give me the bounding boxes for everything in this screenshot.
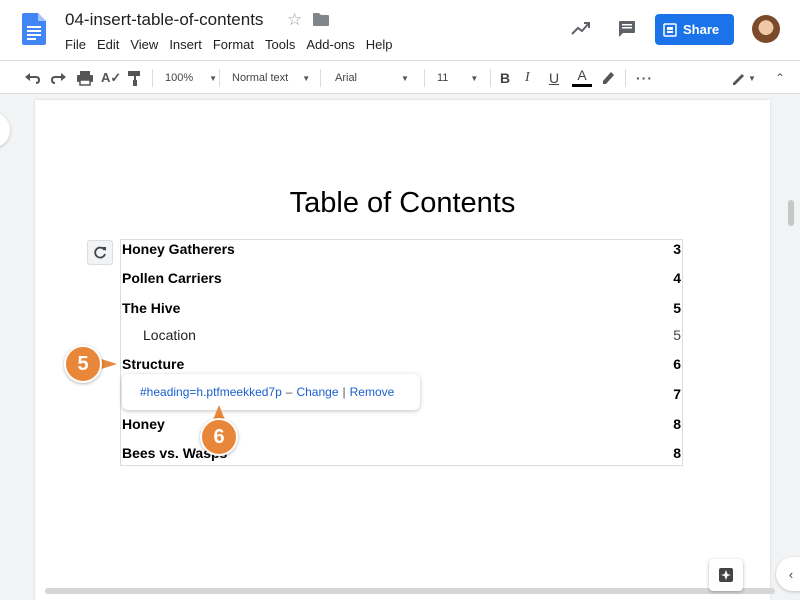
zoom-select[interactable]: 100% ▼ xyxy=(165,68,217,88)
toc-entry-page: 6 xyxy=(673,356,681,372)
undo-icon[interactable] xyxy=(24,68,42,88)
font-size-value: 11 xyxy=(437,72,449,84)
callout-step-6: 6 xyxy=(200,418,238,456)
remove-link-button[interactable]: Remove xyxy=(350,385,395,399)
print-icon[interactable] xyxy=(76,68,94,88)
collapse-toolbar-icon[interactable]: ⌃ xyxy=(775,68,785,88)
toc-entry-label[interactable]: The Hive xyxy=(122,300,180,316)
refresh-icon xyxy=(94,246,106,258)
link-popup: #heading=h.ptfmeekked7p – Change | Remov… xyxy=(122,374,420,410)
chevron-down-icon: ▼ xyxy=(209,73,218,83)
menu-file[interactable]: File xyxy=(65,37,97,52)
toc-entry[interactable]: Pollen Carriers 4 xyxy=(121,270,682,290)
spellcheck-icon[interactable]: A✓ xyxy=(101,68,121,88)
toc-subentry[interactable]: Location 5 xyxy=(121,327,682,347)
toolbar-divider xyxy=(490,69,491,87)
folder-icon[interactable] xyxy=(313,13,329,26)
callout-step-5: 5 xyxy=(64,345,102,383)
lock-icon xyxy=(663,22,677,37)
toolbar-divider xyxy=(424,69,425,87)
activity-trend-icon[interactable] xyxy=(571,20,591,36)
toc-entry-page: 8 xyxy=(673,445,681,461)
text-color-icon[interactable]: A xyxy=(572,66,592,90)
change-link-button[interactable]: Change xyxy=(296,385,338,399)
horizontal-scrollbar[interactable] xyxy=(45,588,775,594)
toc-heading: Table of Contents xyxy=(289,187,516,219)
font-value: Arial xyxy=(335,72,358,84)
link-popup-dash: – xyxy=(285,385,293,399)
highlight-icon[interactable] xyxy=(600,68,616,88)
font-size-select[interactable]: 11 ▼ xyxy=(437,68,478,88)
menu-help[interactable]: Help xyxy=(366,37,404,52)
docs-logo-icon[interactable] xyxy=(22,13,46,45)
redo-icon[interactable] xyxy=(49,68,67,88)
menu-view[interactable]: View xyxy=(130,37,169,52)
link-popup-divider: | xyxy=(342,385,346,399)
update-toc-button[interactable] xyxy=(87,240,113,265)
menu-addons[interactable]: Add-ons xyxy=(306,37,365,52)
editing-mode-icon[interactable] xyxy=(731,68,747,88)
title-bar: 04-insert-table-of-contents ☆ File Edit … xyxy=(0,0,800,60)
style-value: Normal text xyxy=(232,72,289,84)
toolbar-divider xyxy=(320,69,321,87)
heading-link[interactable]: #heading=h.ptfmeekked7p xyxy=(140,385,282,399)
toc-entry-label[interactable]: Honey xyxy=(122,416,165,432)
explore-icon xyxy=(719,568,733,582)
menu-insert[interactable]: Insert xyxy=(169,37,213,52)
paint-format-icon[interactable] xyxy=(126,68,144,88)
explore-button[interactable] xyxy=(709,559,743,591)
share-label: Share xyxy=(683,22,720,37)
comment-icon[interactable] xyxy=(618,20,636,38)
more-icon[interactable]: ··· xyxy=(636,68,653,88)
chevron-down-icon: ▼ xyxy=(401,73,409,83)
star-icon[interactable]: ☆ xyxy=(287,10,302,30)
zoom-value: 100% xyxy=(165,72,194,84)
toc-entry-page: 3 xyxy=(673,241,681,257)
toc-entry-page: 5 xyxy=(673,300,681,316)
toc-entry-label[interactable]: Location xyxy=(143,327,196,343)
menu-tools[interactable]: Tools xyxy=(265,37,306,52)
font-select[interactable]: Arial ▼ xyxy=(335,68,409,88)
toc-entry-label[interactable]: Structure xyxy=(122,356,184,372)
style-select[interactable]: Normal text ▼ xyxy=(232,68,310,88)
toolbar-divider xyxy=(219,69,220,87)
bold-icon[interactable]: B xyxy=(500,68,510,88)
side-panel-toggle[interactable]: ‹ xyxy=(776,557,800,591)
share-button[interactable]: Share xyxy=(655,14,734,45)
menu-format[interactable]: Format xyxy=(213,37,265,52)
toc-entry-page: 5 xyxy=(673,327,681,343)
toc-entry[interactable]: The Hive 5 xyxy=(121,300,682,320)
avatar[interactable] xyxy=(752,15,780,43)
underline-icon[interactable]: U xyxy=(549,68,559,88)
toc-entry-page: 4 xyxy=(673,270,681,286)
toolbar-divider xyxy=(152,69,153,87)
document-title[interactable]: 04-insert-table-of-contents xyxy=(65,10,263,30)
toc-entry-label[interactable]: Honey Gatherers xyxy=(122,241,235,257)
toc-entry-page: 8 xyxy=(673,416,681,432)
toc-entry[interactable]: Honey Gatherers 3 xyxy=(121,241,682,261)
vertical-scrollbar[interactable] xyxy=(788,200,794,226)
italic-icon[interactable]: I xyxy=(525,68,530,88)
chevron-down-icon[interactable]: ▼ xyxy=(748,68,756,88)
toc-entry[interactable]: Structure 6 xyxy=(121,356,682,376)
chevron-down-icon: ▼ xyxy=(302,73,311,83)
toolbar-divider xyxy=(625,69,626,87)
toolbar: A✓ 100% ▼ Normal text ▼ Arial ▼ 11 ▼ B I U A… xyxy=(0,60,800,94)
menu-edit[interactable]: Edit xyxy=(97,37,130,52)
chevron-left-icon: ‹ xyxy=(788,566,794,582)
toc-entry-label[interactable]: Pollen Carriers xyxy=(122,270,222,286)
chevron-down-icon: ▼ xyxy=(470,73,479,83)
outline-toggle[interactable] xyxy=(0,112,10,148)
menu-bar: File Edit View Insert Format Tools Add-o… xyxy=(65,37,404,52)
toc-entry-page: 7 xyxy=(673,386,681,402)
